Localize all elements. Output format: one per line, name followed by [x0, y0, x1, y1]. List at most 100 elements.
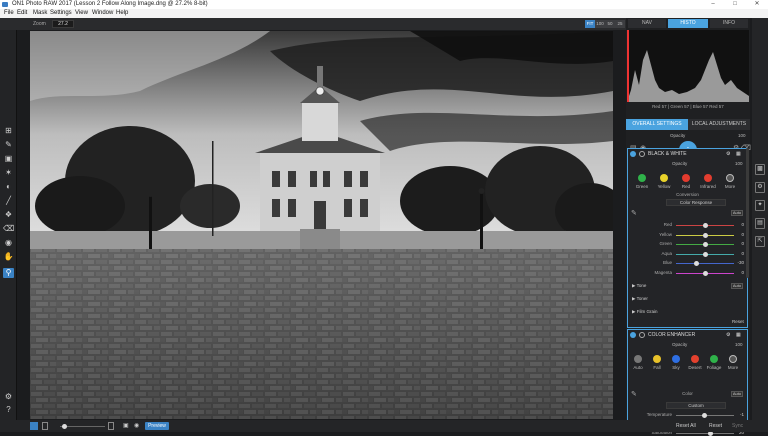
zoom-50-button[interactable]: 50 — [605, 20, 615, 28]
ce-swatch-desert[interactable] — [691, 355, 699, 363]
preview-button[interactable]: Preview — [145, 422, 169, 430]
ce-auto-button[interactable]: Auto — [731, 391, 743, 397]
slider-label: Temperature — [646, 412, 672, 417]
slider-knob[interactable] — [693, 261, 699, 266]
line-mask-icon[interactable]: ╱ — [3, 196, 14, 206]
zoom-fit-button[interactable]: FIT — [585, 20, 595, 28]
maximize-button[interactable]: □ — [724, 0, 746, 9]
ce-swatch-sky[interactable] — [672, 355, 680, 363]
module-collapse-icon[interactable]: ▦ — [736, 149, 741, 159]
tab-histo[interactable]: HISTO — [668, 19, 708, 28]
bw-reset-button[interactable]: Reset — [732, 319, 744, 324]
close-button[interactable]: ✕ — [746, 0, 768, 9]
slider-knob[interactable] — [701, 413, 707, 418]
effects-icon[interactable]: ✦ — [755, 200, 765, 211]
gradient-icon[interactable]: ▣ — [3, 154, 14, 164]
ce-enabled-check[interactable] — [630, 332, 636, 338]
color-enhancer-header[interactable]: COLOR ENHANCER ⚙ ▦ — [628, 330, 747, 340]
ce-swatch-foliage[interactable] — [710, 355, 718, 363]
zoom-25-button[interactable]: 25 — [615, 20, 625, 28]
zoom-icon[interactable]: ⚲ — [3, 268, 14, 278]
module-eye-icon[interactable] — [639, 151, 645, 157]
tab-info[interactable]: INFO — [710, 19, 748, 28]
film-grain-section[interactable]: ▶ Film Grain — [632, 309, 657, 315]
eye-preview-icon[interactable]: ◉ — [134, 422, 142, 430]
conversion-dropdown[interactable]: Color Response — [666, 199, 726, 206]
hand-icon[interactable]: ✋ — [3, 252, 14, 262]
slider-knob[interactable] — [702, 251, 708, 257]
menu-edit[interactable]: Edit — [17, 9, 27, 18]
tone-section[interactable]: ▶ Tone — [632, 283, 646, 289]
toner-section[interactable]: ▶ Toner — [632, 296, 648, 302]
brush-icon[interactable]: ✎ — [3, 140, 14, 150]
menu-settings[interactable]: Settings — [50, 9, 72, 18]
menu-window[interactable]: Window — [92, 9, 113, 18]
tab-nav[interactable]: NAV — [628, 19, 666, 28]
ce-swatch-fall[interactable] — [653, 355, 661, 363]
bw-swatch-green[interactable] — [638, 174, 646, 182]
slider-track[interactable] — [676, 232, 734, 238]
bw-swatch-yellow[interactable] — [660, 174, 668, 182]
crop-icon[interactable]: ⊞ — [3, 126, 14, 136]
slider-knob[interactable] — [702, 223, 708, 228]
minimize-button[interactable]: – — [702, 0, 724, 9]
resize-icon[interactable]: ⇱ — [755, 236, 765, 247]
ce-swatch-more[interactable] — [729, 355, 737, 363]
black-white-header[interactable]: BLACK & WHITE ⚙ ▦ — [628, 149, 747, 159]
layers-icon[interactable]: ▤ — [755, 218, 765, 229]
browse-icon[interactable]: ▩ — [755, 164, 765, 175]
tab-overall-settings[interactable]: OVERALL SETTINGS — [626, 119, 688, 130]
zoom-slider-knob[interactable] — [62, 424, 67, 429]
zoom-field[interactable]: 27.2 — [52, 20, 74, 28]
perfect-eraser-icon[interactable]: ⌫ — [3, 224, 14, 234]
ce-swatch-auto[interactable] — [634, 355, 642, 363]
menu-help[interactable]: Help — [116, 9, 128, 18]
panel-scrollbar[interactable] — [746, 148, 749, 278]
menu-mask[interactable]: Mask — [33, 9, 47, 18]
retouch-icon[interactable]: ✶ — [3, 168, 14, 178]
zoom-slider[interactable] — [60, 424, 105, 429]
slider-track[interactable] — [676, 270, 734, 276]
zoom-100-button[interactable]: 100 — [595, 20, 605, 28]
tab-local-adjustments[interactable]: LOCAL ADJUSTMENTS — [688, 119, 750, 130]
compare-view-icon[interactable] — [42, 422, 48, 430]
ce-gear-icon[interactable]: ⚙ — [726, 330, 730, 340]
ce-color-dropdown[interactable]: Custom — [666, 402, 726, 409]
slider-track[interactable] — [676, 223, 734, 228]
help-icon[interactable]: ? — [3, 405, 14, 415]
menu-view[interactable]: View — [75, 9, 88, 18]
bw-swatch-more[interactable] — [726, 174, 734, 182]
clone-icon[interactable]: ◉ — [3, 238, 14, 248]
tone-section-label: Tone — [636, 283, 647, 288]
slider-knob[interactable] — [702, 242, 708, 247]
slider-track[interactable] — [676, 251, 734, 257]
bw-auto-button[interactable]: Auto — [731, 210, 743, 216]
module-enabled-check[interactable] — [630, 151, 636, 157]
mask-view-icon[interactable]: ▣ — [123, 422, 131, 430]
settings-gear-icon[interactable]: ⚙ — [3, 392, 14, 402]
reset-all-button[interactable]: Reset All — [676, 422, 696, 430]
module-gear-icon[interactable]: ⚙ — [726, 149, 730, 159]
targeted-adjust-icon[interactable]: ✎ — [631, 209, 637, 217]
toner-section-label: Toner — [636, 296, 648, 301]
menu-file[interactable]: File — [4, 9, 14, 18]
slider-track[interactable] — [676, 242, 734, 247]
slider-track[interactable] — [676, 431, 734, 436]
single-view-icon[interactable] — [30, 422, 38, 430]
slider-knob[interactable] — [702, 270, 708, 276]
photo-canvas[interactable] — [30, 31, 613, 419]
fit-view-icon[interactable] — [108, 422, 114, 430]
slider-track[interactable] — [676, 413, 734, 418]
masking-icon[interactable]: ◐ — [3, 182, 14, 192]
sync-button[interactable]: Sync — [732, 422, 743, 430]
ce-collapse-icon[interactable]: ▦ — [736, 330, 741, 340]
develop-icon[interactable]: ⚙ — [755, 182, 765, 193]
reset-button[interactable]: Reset — [709, 422, 722, 430]
bw-swatch-infrared[interactable] — [704, 174, 712, 182]
tone-auto-button[interactable]: Auto — [731, 283, 743, 289]
refine-icon[interactable]: ❖ — [3, 210, 14, 220]
slider-knob[interactable] — [702, 232, 708, 238]
slider-track[interactable] — [676, 261, 734, 266]
bw-swatch-red[interactable] — [682, 174, 690, 182]
ce-eye-icon[interactable] — [639, 332, 645, 338]
